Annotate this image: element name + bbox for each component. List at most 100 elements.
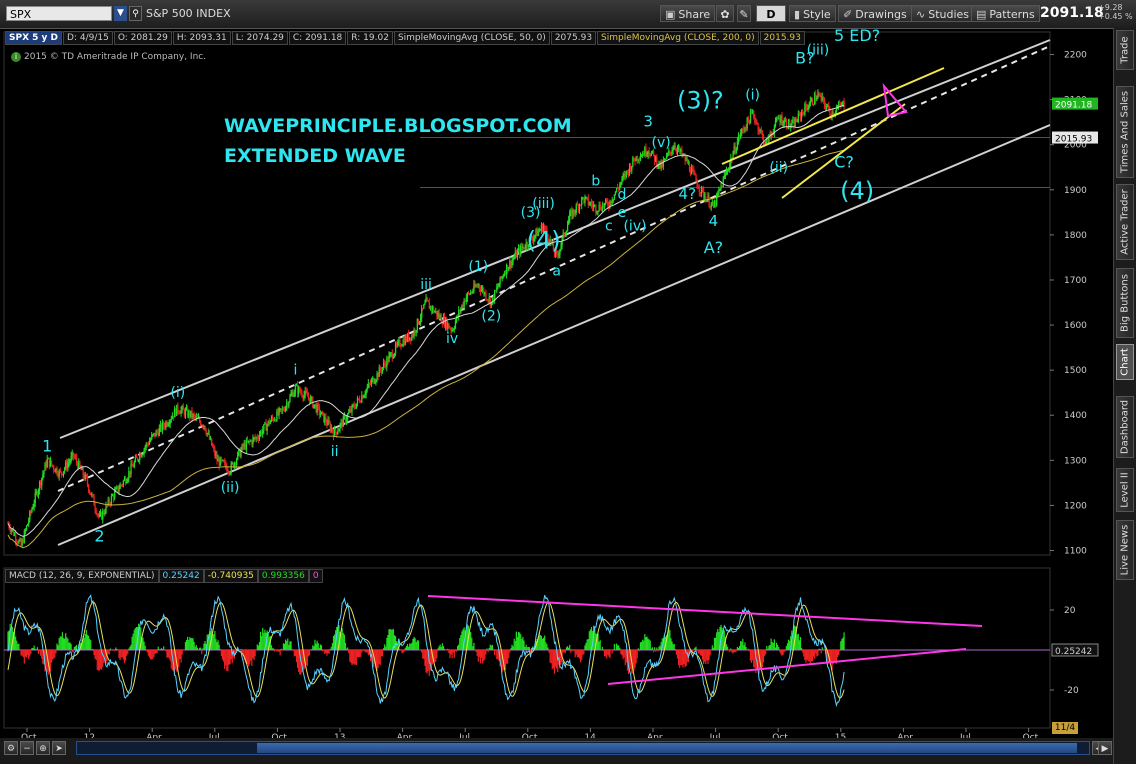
candle-body	[43, 470, 45, 475]
candle-body	[669, 150, 671, 153]
candle-body	[524, 248, 526, 250]
price-tick-label: 1500	[1064, 366, 1087, 376]
candle-body	[131, 464, 133, 467]
candle-body	[67, 463, 69, 469]
cursor-icon[interactable]: ➤	[52, 741, 66, 755]
candle-body	[781, 116, 783, 125]
symbol-input[interactable]: SPX	[6, 6, 112, 21]
info-icon[interactable]: i	[11, 52, 21, 62]
candle-body	[142, 453, 144, 455]
candle-body	[584, 197, 586, 203]
candle-body	[688, 162, 691, 171]
tab-dashboard-label: Dashboard	[1119, 399, 1131, 455]
link-icon[interactable]: ⚲	[129, 6, 142, 21]
price-tick-label: 1200	[1064, 501, 1087, 511]
candle-body	[29, 511, 31, 521]
sma50-line	[7, 104, 845, 537]
sma50-value: 2075.93	[550, 31, 597, 45]
sma-marker: 2015.93	[1055, 135, 1092, 145]
scroll-right-icon[interactable]: ▶	[1098, 741, 1112, 755]
candle-body	[110, 495, 113, 504]
candle-body	[697, 186, 699, 189]
candle-body	[607, 201, 609, 206]
candle-body	[639, 156, 642, 160]
zoom-in-icon[interactable]: ⊕	[36, 741, 50, 755]
candle-body	[757, 123, 759, 131]
wave-label: ii	[331, 444, 339, 460]
period-button[interactable]: D	[756, 5, 786, 22]
candle-body	[811, 98, 814, 105]
candle-body	[595, 205, 597, 213]
share-button[interactable]: ▣ Share	[660, 5, 716, 22]
candle-body	[809, 100, 812, 106]
zoom-out-icon[interactable]: −	[20, 741, 34, 755]
settings-button[interactable]: ✿	[716, 5, 734, 22]
candle-body	[345, 419, 348, 422]
candle-body	[516, 250, 519, 258]
tab-active-trader[interactable]: Active Trader	[1116, 184, 1134, 260]
candle-body	[337, 431, 339, 435]
candle-body	[68, 462, 70, 464]
wave-label: a	[552, 263, 561, 279]
candle-body	[783, 120, 785, 125]
tab-dashboard[interactable]: Dashboard	[1116, 396, 1134, 458]
macd-title[interactable]: MACD (12, 26, 9, EXPONENTIAL)	[5, 569, 159, 583]
candle-body	[736, 141, 739, 150]
sma200-label[interactable]: SimpleMovingAvg (CLOSE, 200, 0)	[597, 31, 759, 45]
candle-body	[256, 437, 258, 439]
gear-icon[interactable]: ⚙	[4, 741, 18, 755]
studies-button[interactable]: ∿ Studies	[911, 5, 975, 22]
wave-label: 2	[94, 526, 104, 545]
time-scrollbar[interactable]	[76, 741, 1090, 755]
candle-body	[62, 471, 65, 475]
candle-body	[64, 468, 66, 472]
candle-body	[620, 182, 622, 185]
candle-body	[237, 452, 239, 460]
price-tick-label: 1900	[1064, 186, 1087, 196]
tab-chart[interactable]: Chart	[1116, 344, 1134, 380]
candle-body	[611, 200, 613, 204]
wave-label: c	[605, 218, 613, 234]
wave-label: (ii)	[221, 480, 240, 496]
tab-level-ii[interactable]: Level II	[1116, 468, 1134, 512]
candle-body	[389, 353, 391, 356]
candle-body	[50, 460, 53, 465]
candle-body	[453, 328, 456, 330]
wave-label: 5 ED?	[834, 28, 880, 45]
patterns-button[interactable]: ▤ Patterns	[971, 5, 1040, 22]
sma50-label[interactable]: SimpleMovingAvg (CLOSE, 50, 0)	[393, 31, 550, 45]
candle-body	[566, 224, 569, 232]
candle-body	[136, 457, 139, 461]
candle-body	[621, 177, 623, 183]
price-panel-frame	[3, 31, 1051, 556]
candle-body	[169, 420, 171, 424]
candle-body	[310, 397, 312, 403]
wave-label: 1	[42, 436, 52, 455]
wave-label: (2)	[481, 309, 501, 325]
macd-zero-value: 0	[308, 569, 323, 583]
scroll-thumb[interactable]	[257, 743, 1077, 753]
tab-times-and-sales-label: Times And Sales	[1119, 90, 1131, 174]
style-button[interactable]: ▮ Style	[789, 5, 836, 22]
candle-body	[16, 541, 18, 543]
candle-body	[666, 154, 668, 159]
candle-body	[26, 523, 29, 526]
drawings-button[interactable]: ✐ Drawings	[838, 5, 912, 22]
tab-trade[interactable]: Trade	[1116, 30, 1134, 70]
candle-body	[293, 392, 296, 397]
candle-body	[728, 169, 730, 171]
symbol-dropdown-button[interactable]: ▼	[114, 6, 127, 21]
candle-body	[747, 117, 749, 121]
candle-body	[622, 176, 624, 178]
symbol-period[interactable]: SPX 5 y D	[5, 31, 63, 45]
candle-body	[213, 446, 215, 449]
candle-body	[523, 247, 525, 249]
tab-big-buttons[interactable]: Big Buttons	[1116, 268, 1134, 338]
candle-body	[170, 418, 172, 421]
chart-area[interactable]: 1100120013001400150016001700180019002000…	[0, 28, 1113, 738]
tab-live-news[interactable]: Live News	[1116, 520, 1134, 580]
candle-body	[569, 212, 571, 220]
tab-times-and-sales[interactable]: Times And Sales	[1116, 86, 1134, 178]
tools-button[interactable]: ✎	[737, 5, 751, 22]
candle-body	[284, 406, 287, 411]
